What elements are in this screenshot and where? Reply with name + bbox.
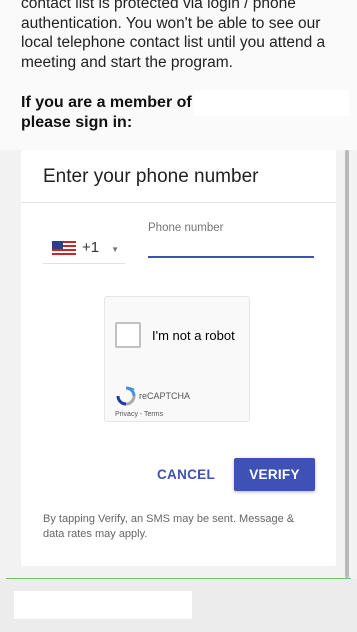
member-prompt-line2: please sign in: xyxy=(21,114,133,131)
cancel-button[interactable]: CANCEL xyxy=(154,458,218,490)
card-divider xyxy=(21,202,336,203)
recaptcha-checkbox[interactable] xyxy=(115,322,141,348)
phone-input-underline xyxy=(148,256,314,258)
recaptcha-brand: reCAPTCHA xyxy=(139,391,191,401)
dial-code: +1 xyxy=(82,239,100,256)
intro-line: meeting and start the program. xyxy=(21,53,233,71)
member-prompt-line1: If you are a member of xyxy=(21,94,192,111)
phone-number-input[interactable] xyxy=(148,238,314,258)
country-code-select[interactable]: +1 ▼ xyxy=(43,232,125,264)
intro-paragraph: contact list is protected via login / ph… xyxy=(21,0,341,72)
sms-terms-notice: By tapping Verify, an SMS may be sent. M… xyxy=(43,513,295,540)
phone-auth-card: Enter your phone number +1 ▼ Phone numbe… xyxy=(21,150,336,566)
phone-number-label: Phone number xyxy=(148,222,224,234)
chevron-down-icon: ▼ xyxy=(111,244,120,254)
redacted-footer-field xyxy=(14,591,192,619)
footer-bar xyxy=(0,579,357,632)
recaptcha-widget: I'm not a robot reCAPTCHA Privacy - Term… xyxy=(104,296,250,422)
card-title: Enter your phone number xyxy=(43,166,259,187)
us-flag-icon xyxy=(52,240,76,255)
member-prompt: If you are a member of please sign in: xyxy=(21,90,351,133)
verify-button[interactable]: VERIFY xyxy=(234,458,315,491)
redacted-organization xyxy=(193,90,349,116)
recaptcha-label: I'm not a robot xyxy=(152,328,235,343)
intro-line: authentication. You won't be able to see… xyxy=(21,14,321,32)
recaptcha-privacy-terms-links[interactable]: Privacy - Terms xyxy=(115,411,163,418)
intro-section: contact list is protected via login / ph… xyxy=(0,0,357,150)
intro-line: contact list is protected via login / ph… xyxy=(21,0,296,12)
intro-line: local telephone contact list until you a… xyxy=(21,34,326,51)
recaptcha-logo-icon xyxy=(116,386,136,406)
scrollbar[interactable] xyxy=(345,150,349,578)
